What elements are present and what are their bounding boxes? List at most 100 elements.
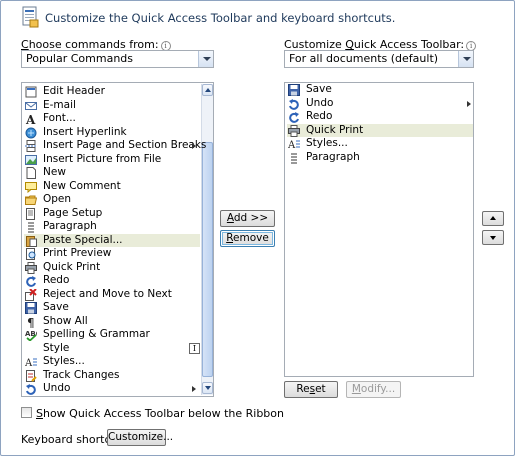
hyperlink-icon — [25, 127, 37, 138]
move-down-button[interactable] — [482, 230, 504, 245]
list-item-label: New Comment — [43, 179, 121, 192]
customize-toolbar-icon — [22, 6, 39, 28]
spelling-icon: ABC — [25, 330, 37, 341]
choose-commands-value: Popular Commands — [26, 52, 134, 65]
list-item-label: Edit Header — [43, 85, 105, 97]
paragraph-icon — [291, 153, 297, 163]
commands-list-scrollbar[interactable] — [201, 84, 213, 395]
list-item-label: Spelling & Grammar — [43, 328, 150, 340]
chevron-right-icon — [192, 143, 196, 149]
redo-icon — [26, 276, 36, 287]
track-changes-icon — [26, 369, 37, 382]
reject-icon — [25, 288, 37, 301]
list-item-label: Insert Page and Section Breaks — [43, 139, 207, 151]
list-item[interactable]: Print Preview — [24, 247, 200, 261]
modify-button[interactable]: Modify... — [346, 381, 401, 398]
list-item-label: Paragraph — [306, 150, 360, 163]
list-item-label: Track Changes — [43, 368, 120, 381]
list-item-label: Insert Picture from File — [43, 152, 162, 165]
list-item[interactable]: Style I — [24, 342, 200, 356]
scroll-thumb[interactable] — [202, 142, 213, 377]
choose-commands-combo[interactable]: Popular Commands — [21, 50, 214, 68]
list-item[interactable]: Edit Header — [24, 85, 200, 99]
list-item[interactable]: Quick Print — [287, 123, 473, 137]
svg-text:A: A — [288, 140, 296, 150]
printer-icon — [288, 124, 300, 137]
list-item[interactable]: Paragraph — [24, 220, 200, 234]
show-below-ribbon-checkbox[interactable] — [21, 407, 32, 418]
list-item[interactable]: Insert Picture from File — [24, 153, 200, 167]
list-item[interactable]: ABC Spelling & Grammar — [24, 328, 200, 342]
list-item[interactable]: E-mail — [24, 99, 200, 113]
remove-button[interactable]: Remove — [220, 230, 275, 247]
chevron-right-icon — [467, 100, 471, 107]
new-doc-icon — [26, 167, 36, 179]
list-item-label: Insert Hyperlink — [43, 125, 127, 138]
list-item-label: Paste Special... — [43, 233, 123, 246]
list-item[interactable]: Undo — [287, 97, 473, 111]
list-item-label: Page Setup — [43, 206, 103, 219]
list-item-label: Styles... — [43, 355, 85, 367]
scroll-down-button[interactable] — [202, 382, 213, 394]
reset-button[interactable]: Reset — [284, 381, 338, 398]
list-item[interactable]: New — [24, 166, 200, 180]
pilcrow-icon: ¶ — [27, 316, 35, 328]
list-item[interactable]: Save — [287, 83, 473, 97]
list-item[interactable]: Quick Print — [24, 261, 200, 275]
svg-text:A: A — [25, 113, 36, 125]
style-combo-icon: I — [189, 342, 200, 354]
list-item[interactable]: A Styles... — [24, 355, 200, 369]
list-item[interactable]: Redo — [287, 110, 473, 124]
list-item[interactable]: New Comment — [24, 180, 200, 194]
list-item[interactable]: ¶ Show All — [24, 315, 200, 329]
show-below-ribbon-label[interactable]: Show Quick Access Toolbar below the Ribb… — [36, 407, 284, 420]
page-break-icon — [25, 140, 37, 152]
edit-header-icon — [25, 86, 37, 98]
undo-icon — [26, 384, 36, 395]
move-up-button[interactable] — [482, 211, 504, 226]
list-item-label: Paragraph — [43, 220, 97, 232]
list-item[interactable]: Paste Special... — [24, 233, 200, 247]
list-item-label: E-mail — [43, 98, 76, 111]
paragraph-icon — [28, 222, 34, 233]
list-item[interactable]: Redo — [24, 274, 200, 288]
email-icon — [25, 101, 37, 110]
list-item[interactable]: Open — [24, 193, 200, 207]
list-item-label: Undo — [43, 382, 71, 394]
print-preview-icon — [26, 248, 36, 260]
list-item-label: Save — [306, 83, 332, 95]
toolbar-commands-list[interactable]: Save Undo Redo Quick Print A Styles... Paragra… — [284, 82, 474, 377]
styles-icon: A — [25, 358, 37, 368]
list-item[interactable]: Save — [24, 301, 200, 315]
font-icon: A — [25, 113, 36, 125]
commands-list[interactable]: Edit Header E-mail A Font... Insert Hyperlin… — [21, 82, 214, 397]
list-item[interactable]: A Styles... — [287, 137, 473, 151]
list-item-label: Show All — [43, 314, 88, 327]
list-item[interactable]: A Font... — [24, 112, 200, 126]
list-item-label: New — [43, 166, 66, 178]
chevron-right-icon — [192, 386, 196, 392]
style-icon — [25, 343, 37, 355]
list-item-label: Style — [43, 341, 70, 354]
list-item-label: Font... — [43, 112, 76, 124]
chevron-down-icon[interactable] — [458, 51, 473, 67]
list-item[interactable]: Reject and Move to Next — [24, 288, 200, 302]
styles-icon: A — [288, 140, 300, 150]
customize-toolbar-combo[interactable]: For all documents (default) — [284, 50, 474, 68]
list-item[interactable]: Insert Page and Section Breaks — [24, 139, 206, 153]
list-item[interactable]: Paragraph — [287, 151, 473, 165]
comment-icon — [25, 181, 37, 193]
add-button[interactable]: Add >> — [220, 210, 275, 227]
customize-shortcuts-button[interactable]: Customize... — [107, 429, 173, 446]
list-item[interactable]: Track Changes — [24, 369, 200, 383]
list-item[interactable]: Undo — [24, 382, 200, 396]
list-item[interactable]: Page Setup — [24, 207, 200, 221]
list-item-label: Print Preview — [43, 247, 112, 259]
list-item[interactable]: Insert Hyperlink — [24, 126, 200, 140]
list-item-label: Reject and Move to Next — [43, 287, 172, 300]
chevron-down-icon[interactable] — [198, 51, 213, 67]
dialog-header-text: Customize the Quick Access Toolbar and k… — [45, 11, 396, 25]
save-icon — [288, 84, 300, 96]
scroll-up-button[interactable] — [202, 84, 213, 96]
list-item-label: Quick Print — [306, 123, 364, 136]
